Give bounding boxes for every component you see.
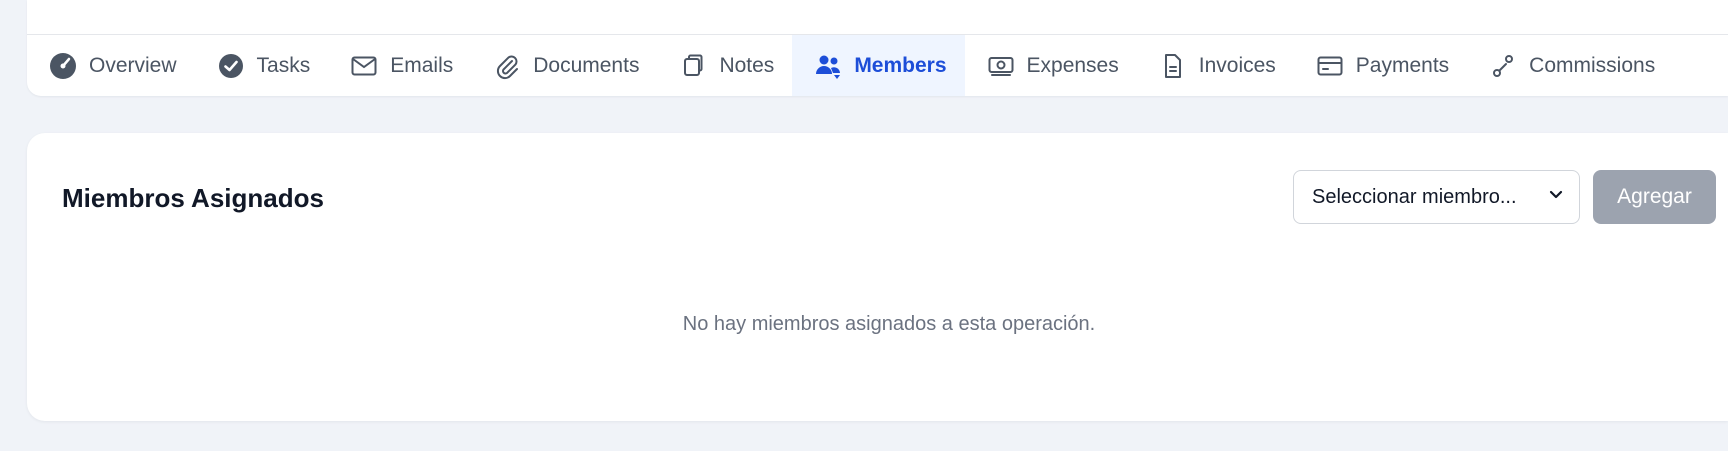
empty-state-message: No hay miembros asignados a esta operaci… [682, 313, 1096, 335]
tab-label: Overview [89, 53, 177, 77]
tab-bar: Overview Tasks Emails Documents Notes Me… [27, 35, 1728, 96]
tab-label: Invoices [1198, 53, 1276, 77]
add-member-button[interactable]: Agregar [1593, 170, 1716, 224]
members-card: Miembros Asignados Seleccionar miembro..… [27, 133, 1728, 421]
tab-overview[interactable]: Overview [27, 35, 195, 96]
member-select[interactable]: Seleccionar miembro... [1293, 170, 1580, 224]
card-title: Miembros Asignados [62, 183, 324, 213]
tab-label: Commissions [1529, 53, 1656, 77]
tab-label: Notes [719, 53, 775, 77]
users-icon [814, 52, 842, 80]
tab-label: Emails [390, 53, 454, 77]
file-icon [1159, 52, 1187, 80]
tab-documents[interactable]: Documents [471, 35, 657, 96]
percent-icon [1489, 52, 1517, 80]
gauge-icon [49, 52, 77, 80]
tab-emails[interactable]: Emails [328, 35, 471, 96]
credit-card-icon [1316, 52, 1344, 80]
tab-commissions[interactable]: Commissions [1467, 35, 1673, 96]
tab-label: Expenses [1026, 53, 1119, 77]
tab-notes[interactable]: Notes [657, 35, 792, 96]
tab-invoices[interactable]: Invoices [1137, 35, 1294, 96]
tab-members[interactable]: Members [792, 35, 965, 96]
tab-label: Members [854, 53, 947, 77]
tab-label: Payments [1355, 53, 1450, 77]
top-card: Overview Tasks Emails Documents Notes Me… [27, 0, 1728, 96]
paperclip-icon [493, 52, 521, 80]
tab-tasks[interactable]: Tasks [195, 35, 329, 96]
tab-label: Tasks [256, 53, 311, 77]
select-value: Seleccionar miembro... [1312, 185, 1517, 208]
tab-payments[interactable]: Payments [1294, 35, 1467, 96]
tab-expenses[interactable]: Expenses [965, 35, 1137, 96]
tab-label: Documents [533, 53, 640, 77]
chevron-down-icon [1547, 185, 1565, 209]
check-circle-icon [217, 52, 245, 80]
note-icon [679, 52, 707, 80]
envelope-icon [350, 52, 378, 80]
money-icon [987, 52, 1015, 80]
